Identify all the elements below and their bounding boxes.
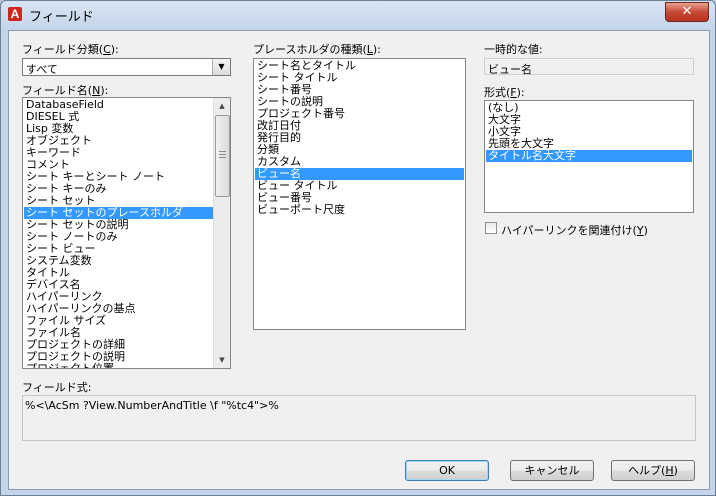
format-label: 形式(F):	[484, 86, 525, 99]
field-names-label: フィールド名(N):	[22, 84, 109, 97]
field-names-scrollbar[interactable]: ▲ ▼	[213, 98, 230, 368]
field-dialog: A フィールド ✕ フィールド分類(C): すべて ▼ フィールド名(N): D…	[0, 0, 716, 496]
ok-button[interactable]: OK	[405, 460, 489, 481]
close-button[interactable]: ✕	[665, 2, 709, 22]
close-icon: ✕	[681, 4, 693, 19]
placeholder-types-list[interactable]: シート名とタイトル シート タイトル シート番号 シートの説明 プロジェクト番号 改訂日付…	[253, 58, 466, 330]
format-item[interactable]: タイトル名大文字	[486, 150, 692, 162]
cancel-button[interactable]: キャンセル	[510, 460, 594, 481]
format-list[interactable]: (なし) 大文字 小文字 先頭を大文字 タイトル名大文字	[484, 100, 694, 213]
autocad-app-icon: A	[8, 7, 22, 21]
scroll-up-arrow-icon[interactable]: ▲	[214, 98, 230, 114]
dialog-client: フィールド分類(C): すべて ▼ フィールド名(N): DatabaseFie…	[8, 30, 710, 490]
field-name-item[interactable]: プロジェクト位置	[24, 363, 213, 369]
hyperlink-checkbox-label[interactable]: ハイパーリンクを関連付け(Y)	[501, 222, 648, 238]
field-category-value: すべて	[26, 63, 58, 76]
temp-value-label: 一時的な値:	[484, 43, 543, 56]
title-bar[interactable]: A フィールド ✕	[1, 1, 715, 29]
chevron-down-icon[interactable]: ▼	[212, 59, 230, 75]
field-expression-field: %<\AcSm ?View.NumberAndTitle \f "%tc4">%	[22, 395, 696, 441]
placeholder-type-item[interactable]: ビューポート尺度	[255, 204, 464, 216]
field-names-list[interactable]: DatabaseField DIESEL 式 Lisp 変数 オブジェクト キーワードコ…	[22, 97, 231, 369]
field-expression-label: フィールド式:	[22, 381, 92, 394]
format-items: (なし) 大文字 小文字 先頭を大文字 タイトル名大文字	[486, 102, 692, 162]
temp-value-field: ビュー名	[484, 58, 694, 76]
help-button[interactable]: ヘルプ(H)	[611, 460, 695, 481]
scroll-thumb[interactable]	[215, 115, 230, 197]
field-names-items: DatabaseField DIESEL 式 Lisp 変数 オブジェクト キーワードコ…	[24, 99, 213, 369]
placeholder-type-item[interactable]: 発行目的	[255, 132, 464, 144]
field-category-label: フィールド分類(C):	[22, 43, 119, 56]
field-category-dropdown[interactable]: すべて ▼	[22, 58, 231, 76]
hyperlink-checkbox[interactable]	[485, 222, 497, 234]
placeholder-types-label: プレースホルダの種類(L):	[253, 43, 381, 56]
placeholder-types-items: シート名とタイトル シート タイトル シート番号 シートの説明 プロジェクト番号 改訂日付…	[255, 60, 464, 216]
window-title: フィールド	[29, 10, 94, 25]
scroll-down-arrow-icon[interactable]: ▼	[214, 352, 230, 368]
